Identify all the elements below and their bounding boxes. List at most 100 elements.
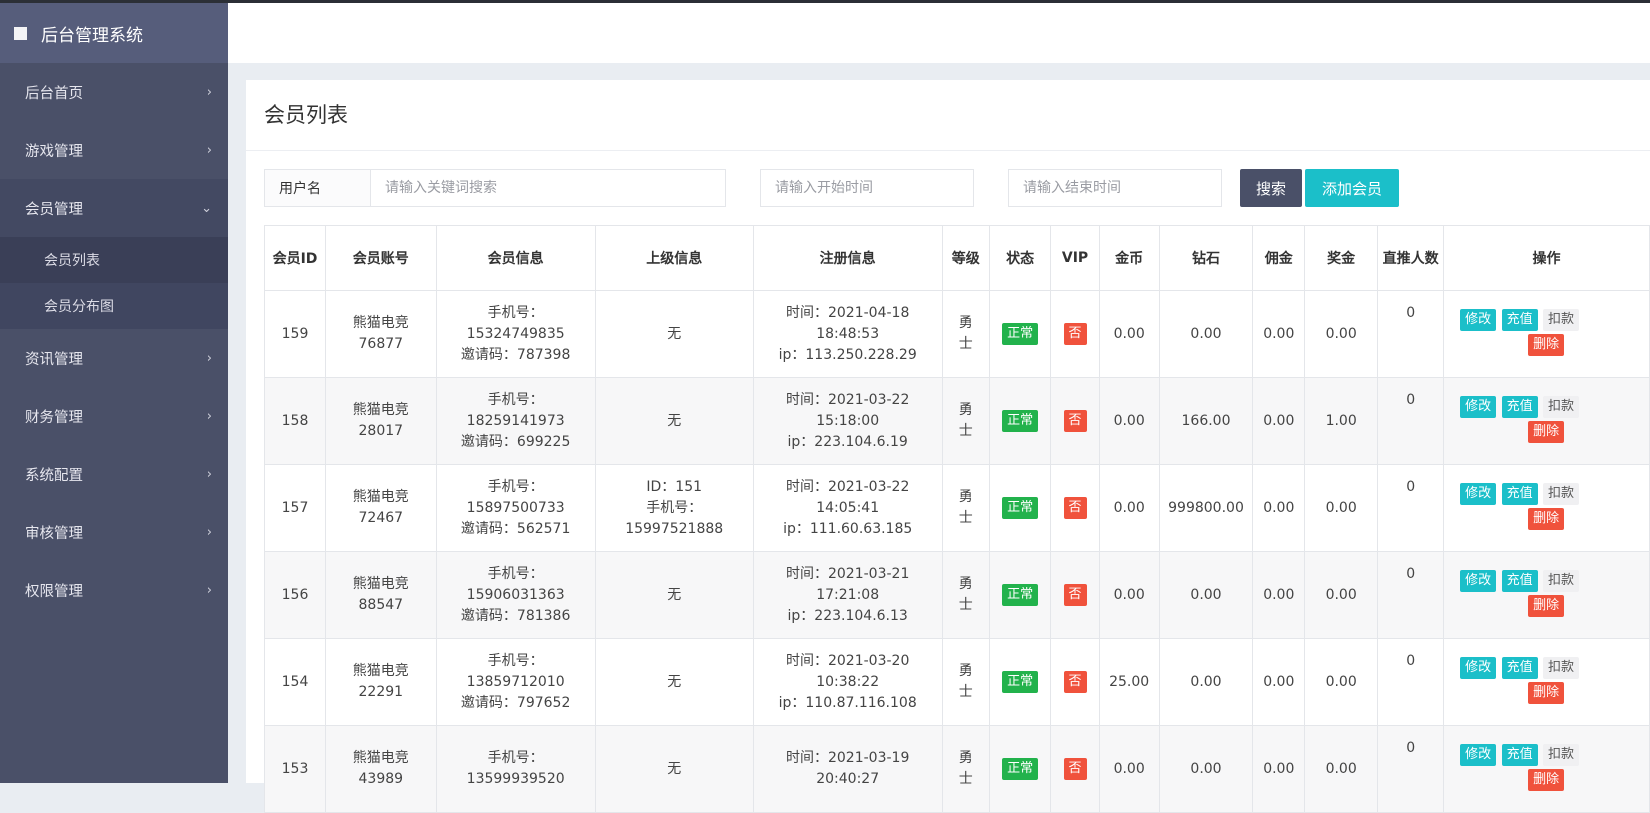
edit-button[interactable]: 修改	[1460, 570, 1497, 592]
col-header-parent: 上级信息	[594, 225, 754, 291]
register-date: 时间：2021-03-21	[785, 565, 910, 582]
parent-id: ID：151	[646, 478, 703, 495]
deduct-button[interactable]: 扣款	[1543, 309, 1580, 331]
cell-ops: 修改 充值 扣款 删除	[1443, 377, 1650, 465]
delete-button[interactable]: 删除	[1528, 421, 1565, 443]
cell-bonus: 0.00	[1304, 551, 1379, 639]
menu-item-home[interactable]: 后台首页 ›	[0, 63, 228, 121]
cell-commission: 0.00	[1252, 290, 1306, 378]
cell-id: 153	[264, 725, 326, 813]
deduct-button[interactable]: 扣款	[1543, 570, 1580, 592]
submenu-item-member-list[interactable]: 会员列表	[0, 237, 228, 283]
charge-button[interactable]: 充值	[1501, 396, 1538, 418]
cell-id: 157	[264, 464, 326, 552]
delete-button[interactable]: 删除	[1528, 508, 1565, 530]
cell-level: 勇士	[941, 638, 990, 726]
add-member-button[interactable]: 添加会员	[1305, 169, 1399, 207]
cell-ops: 修改 充值 扣款 删除	[1443, 290, 1650, 378]
cell-info: 手机号： 13859712010 邀请码：797652	[435, 638, 596, 726]
menu-item-permissions[interactable]: 权限管理 ›	[0, 561, 228, 619]
col-header-diamond: 钻石	[1158, 225, 1254, 291]
keyword-search-input[interactable]	[370, 169, 726, 207]
cell-account: 熊猫电竞 43989	[325, 725, 437, 813]
cell-info: 手机号： 13599939520	[435, 725, 596, 813]
end-time-input[interactable]	[1008, 169, 1222, 207]
cell-info: 手机号： 15324749835 邀请码：787398	[435, 290, 596, 378]
edit-button[interactable]: 修改	[1460, 396, 1497, 418]
submenu-item-member-distribution[interactable]: 会员分布图	[0, 283, 228, 329]
charge-button[interactable]: 充值	[1501, 657, 1538, 679]
register-date: 时间：2021-03-19	[785, 750, 910, 766]
cell-level: 勇士	[941, 377, 990, 465]
cell-id: 156	[264, 551, 326, 639]
account-name: 熊猫电竞	[352, 663, 409, 679]
cell-register: 时间：2021-04-18 18:48:53 ip：113.250.228.29	[752, 290, 943, 378]
cell-diamond: 0.00	[1158, 551, 1254, 639]
menu-item-finance[interactable]: 财务管理 ›	[0, 387, 228, 445]
edit-button[interactable]: 修改	[1460, 657, 1497, 679]
cell-parent: 无	[594, 551, 754, 639]
status-badge: 正常	[1002, 497, 1039, 519]
deduct-button[interactable]: 扣款	[1543, 396, 1580, 418]
charge-button[interactable]: 充值	[1501, 309, 1538, 331]
edit-button[interactable]: 修改	[1460, 309, 1497, 331]
cell-id: 154	[264, 638, 326, 726]
vip-badge: 否	[1063, 497, 1087, 519]
member-table: 会员ID 会员账号 会员信息 上级信息 注册信息 等级 状态 VIP 金币 钻石…	[264, 225, 1650, 813]
cell-register: 时间：2021-03-20 10:38:22 ip：110.87.116.108	[752, 638, 943, 726]
menu-item-label: 权限管理	[25, 583, 83, 600]
col-header-vip: VIP	[1050, 225, 1100, 291]
ops-row: 修改 充值 扣款	[1460, 657, 1649, 679]
charge-button[interactable]: 充值	[1501, 570, 1538, 592]
deduct-button[interactable]: 扣款	[1543, 744, 1580, 766]
cell-diamond: 0.00	[1158, 290, 1254, 378]
register-ip: ip：223.104.6.13	[787, 607, 908, 624]
ops-row: 修改 充值 扣款	[1460, 309, 1649, 331]
charge-button[interactable]: 充值	[1501, 744, 1538, 766]
cell-bonus: 0.00	[1304, 638, 1379, 726]
account-name: 熊猫电竞	[352, 750, 409, 766]
menu-item-news[interactable]: 资讯管理 ›	[0, 329, 228, 387]
cell-status: 正常	[988, 377, 1052, 465]
brand-square-icon	[14, 26, 27, 40]
cell-recommend: 0	[1377, 290, 1445, 378]
col-header-gold: 金币	[1098, 225, 1160, 291]
phone-label: 手机号：	[487, 304, 544, 321]
main-panel: 会员列表 用户名 搜索 添加会员 会员ID 会员账号 会员信息 上级信息 注册信…	[246, 80, 1650, 813]
account-number: 43989	[358, 771, 404, 787]
cell-account: 熊猫电竞 22291	[325, 638, 437, 726]
delete-button[interactable]: 删除	[1528, 334, 1565, 356]
menu-item-members[interactable]: 会员管理 ⌄	[0, 179, 228, 237]
delete-button[interactable]: 删除	[1528, 769, 1565, 791]
charge-button[interactable]: 充值	[1501, 483, 1538, 505]
cell-register: 时间：2021-03-19 20:40:27	[752, 725, 943, 813]
table-row: 154 熊猫电竞 22291 手机号： 13859712010 邀请码：797652 …	[264, 638, 1650, 726]
cell-gold: 25.00	[1098, 638, 1160, 726]
delete-button[interactable]: 删除	[1528, 595, 1565, 617]
submenu-item-label: 会员分布图	[44, 299, 114, 315]
col-header-status: 状态	[988, 225, 1052, 291]
brand[interactable]: 后台管理系统	[0, 3, 228, 63]
menu-item-review[interactable]: 审核管理 ›	[0, 503, 228, 561]
menu-item-system[interactable]: 系统配置 ›	[0, 445, 228, 503]
delete-button[interactable]: 删除	[1528, 682, 1565, 704]
deduct-button[interactable]: 扣款	[1543, 657, 1580, 679]
cell-vip: 否	[1050, 464, 1100, 552]
search-button[interactable]: 搜索	[1240, 169, 1302, 207]
cell-level: 勇士	[941, 551, 990, 639]
invite-code: 邀请码：797652	[460, 694, 571, 711]
start-time-input[interactable]	[760, 169, 974, 207]
username-label: 用户名	[264, 169, 370, 207]
cell-account: 熊猫电竞 28017	[325, 377, 437, 465]
deduct-button[interactable]: 扣款	[1543, 483, 1580, 505]
cell-gold: 0.00	[1098, 725, 1160, 813]
chevron-down-icon: ⌄	[201, 200, 212, 216]
filter-bar: 用户名 搜索 添加会员	[264, 169, 1399, 207]
edit-button[interactable]: 修改	[1460, 744, 1497, 766]
cell-status: 正常	[988, 290, 1052, 378]
cell-info: 手机号： 15906031363 邀请码：781386	[435, 551, 596, 639]
menu-item-games[interactable]: 游戏管理 ›	[0, 121, 228, 179]
edit-button[interactable]: 修改	[1460, 483, 1497, 505]
chevron-right-icon: ›	[206, 582, 212, 598]
status-badge: 正常	[1002, 671, 1039, 693]
